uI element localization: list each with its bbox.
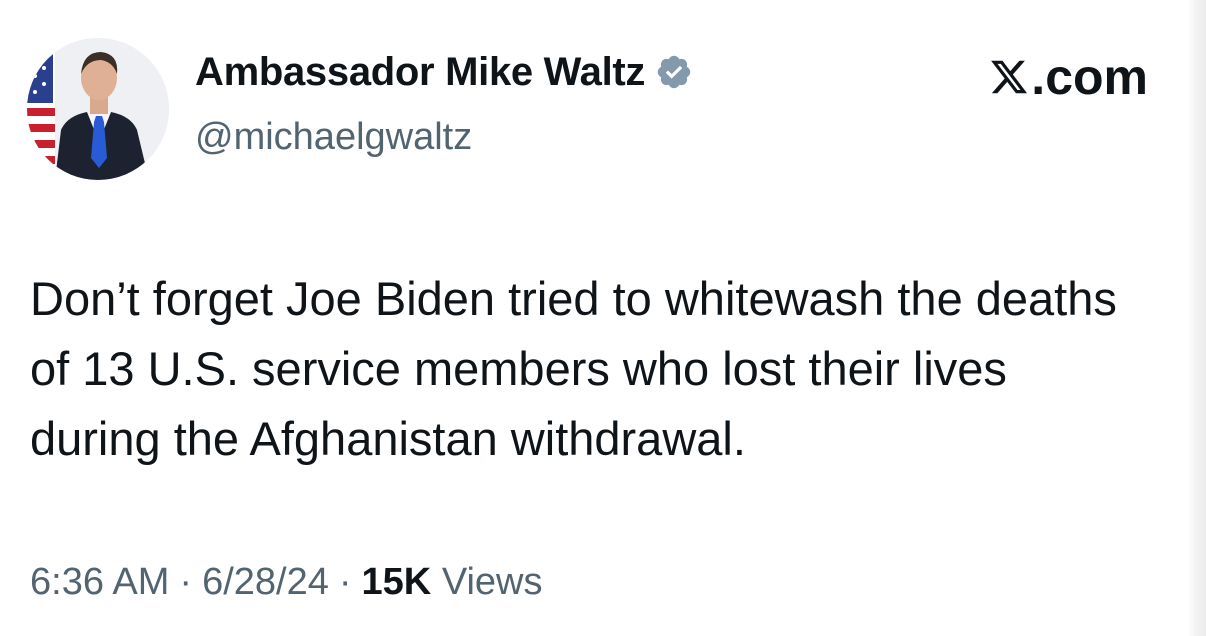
- verified-badge-icon[interactable]: [655, 53, 693, 91]
- author-handle[interactable]: @michaelgwaltz: [195, 118, 472, 156]
- avatar-photo: [27, 38, 169, 180]
- avatar[interactable]: [27, 38, 169, 180]
- author-display-name[interactable]: Ambassador Mike Waltz: [195, 52, 645, 92]
- tweet-meta: 6:36 AM · 6/28/24 · 15K Views: [30, 560, 543, 604]
- x-logo-icon: [991, 60, 1028, 94]
- scrollbar-edge: [1188, 0, 1206, 636]
- author-name-row: Ambassador Mike Waltz: [195, 52, 693, 92]
- brand-logo[interactable]: .com: [989, 52, 1148, 102]
- meta-separator: ·: [179, 561, 193, 603]
- tweet-date[interactable]: 6/28/24: [202, 561, 329, 603]
- tweet-time[interactable]: 6:36 AM: [30, 561, 169, 603]
- tweet-text: Don’t forget Joe Biden tried to whitewas…: [30, 272, 1117, 465]
- brand-suffix: .com: [1031, 49, 1148, 105]
- views-label[interactable]: Views: [442, 561, 543, 603]
- meta-separator: ·: [338, 561, 352, 603]
- views-count[interactable]: 15K: [362, 561, 432, 603]
